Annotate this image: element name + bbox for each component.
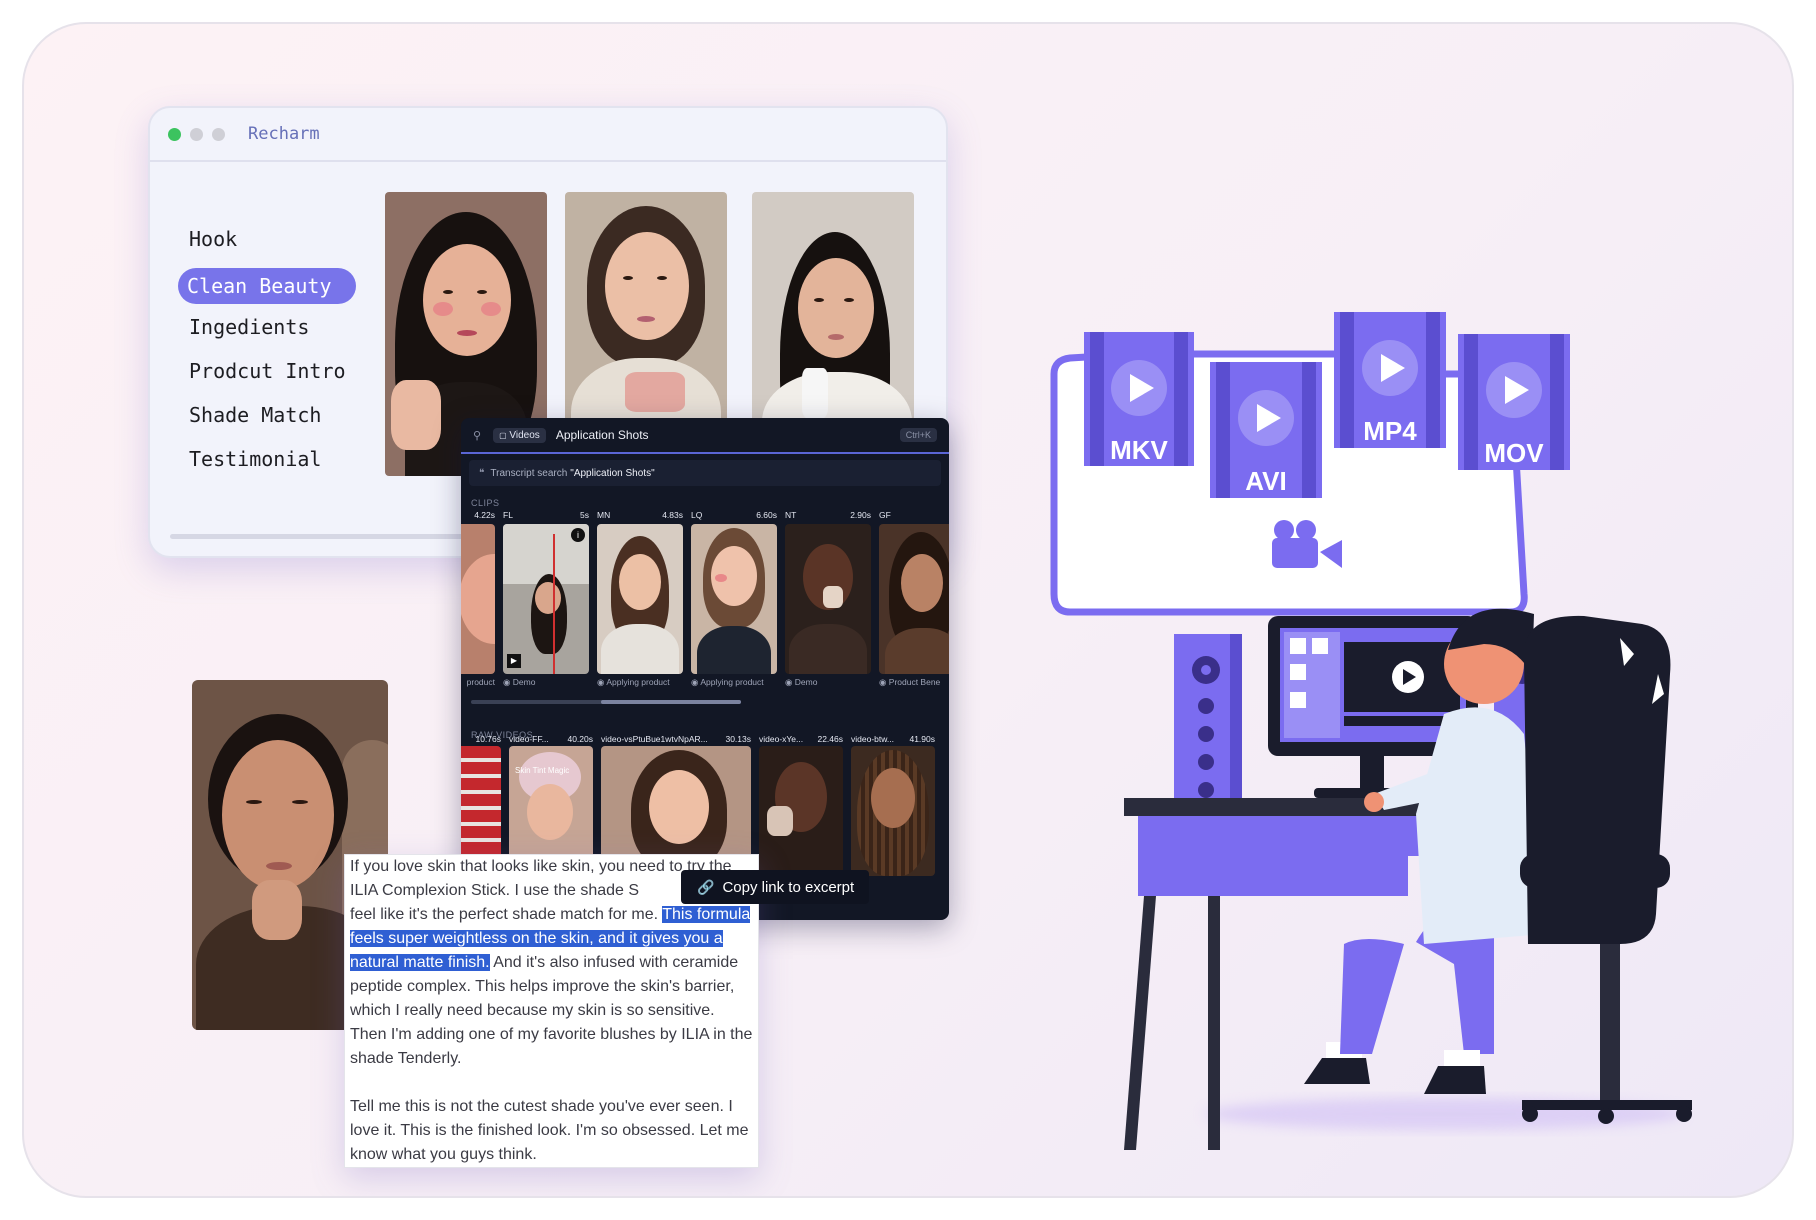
clip-card[interactable]: MN 4.83s ◉ Applying product — [597, 510, 683, 688]
quote-icon: ❝ — [479, 467, 485, 479]
raw-video-name: video-FF... — [509, 734, 549, 744]
clip-duration: 2.90s — [850, 510, 871, 520]
window-title: Recharm — [248, 124, 320, 144]
clip-code: FL — [503, 510, 513, 520]
clip-card[interactable]: LQ 6.60s ◉ Applying product — [691, 510, 777, 688]
transcript-text-before-2: feel like it's the perfect shade match f… — [350, 906, 663, 923]
videos-tab-label: Videos — [509, 429, 540, 441]
clip-tag: Product Bene — [888, 677, 941, 687]
clip-tag: Demo — [512, 677, 536, 687]
clip-code: NT — [785, 510, 797, 520]
transcript-search-bar[interactable]: ❝ Transcript search "Application Shots" — [469, 460, 941, 486]
clip-code: MN — [597, 510, 611, 520]
avi-format-icon: AVI — [1210, 362, 1322, 498]
raw-video-name: video-xYe... — [759, 734, 804, 744]
video-editing-illustration: MKV AVI MP4 MOV — [1050, 312, 1692, 1150]
clip-tag: Applying product — [700, 677, 764, 687]
clips-scrollbar[interactable] — [471, 700, 741, 704]
horizontal-scrollbar[interactable] — [170, 534, 470, 539]
window-titlebar: Recharm — [150, 108, 946, 162]
info-icon[interactable]: i — [571, 528, 585, 542]
copy-link-label: Copy link to excerpt — [722, 878, 855, 896]
clip-card[interactable]: 4.22s product — [461, 510, 495, 688]
clip-card[interactable]: NT 2.90s ◉ Demo — [785, 510, 871, 688]
page-frame: Recharm Hook Clean Beauty Ingedients Pro… — [22, 22, 1794, 1198]
transcript-search-label: Transcript search — [490, 467, 568, 479]
clip-duration: 4.83s — [662, 510, 683, 520]
raw-video-card[interactable]: video-btw... 41.90s — [851, 734, 935, 876]
clips-header: CLIPS — [471, 498, 500, 508]
clip-tag: Applying product — [606, 677, 670, 687]
window-minimize-dot[interactable] — [190, 127, 203, 141]
office-chair — [1520, 615, 1692, 1124]
transcript-search-query: "Application Shots" — [570, 467, 655, 479]
mkv-format-icon: MKV — [1084, 332, 1194, 466]
copy-link-tooltip[interactable]: 🔗 Copy link to excerpt — [681, 870, 869, 904]
raw-video-card[interactable]: video-xYe... 22.46s — [759, 734, 843, 876]
window-maximize-dot[interactable] — [212, 127, 225, 141]
query-title: Application Shots — [555, 428, 649, 442]
search-icon[interactable]: ⚲ — [473, 429, 481, 442]
transcript-paragraph-2: Tell me this is not the cutest shade you… — [350, 1098, 749, 1163]
raw-video-duration: 41.90s — [909, 734, 935, 744]
play-icon[interactable]: ▶ — [507, 654, 521, 668]
raw-video-duration: 22.46s — [817, 734, 843, 744]
clip-duration: 4.22s — [474, 510, 495, 520]
nav-item-ingredients[interactable]: Ingedients — [180, 310, 365, 354]
raw-video-duration: 40.20s — [567, 734, 593, 744]
mov-format-icon: MOV — [1458, 334, 1570, 470]
raw-video-name: video-btw... — [851, 734, 894, 744]
videos-tab[interactable]: ▢ Videos — [493, 427, 546, 443]
format-label-mov: MOV — [1484, 438, 1544, 468]
format-label-mp4: MP4 — [1363, 416, 1417, 446]
clip-duration: 5s — [580, 510, 589, 520]
transcript-text-before: If you love skin that looks like skin, y… — [350, 858, 732, 899]
category-nav: Hook Clean Beauty Ingedients Prodcut Int… — [178, 222, 365, 486]
clip-tag: Demo — [794, 677, 818, 687]
clip-tag: product — [466, 677, 495, 687]
panel-topbar: ⚲ ▢ Videos Application Shots Ctrl+K — [461, 418, 949, 454]
format-label-avi: AVI — [1245, 466, 1286, 496]
nav-item-shade-match[interactable]: Shade Match — [180, 398, 365, 442]
format-label-mkv: MKV — [1110, 435, 1168, 465]
clip-card[interactable]: GF ◉ Product Bene — [879, 510, 949, 688]
raw-video-duration: 30.13s — [725, 734, 751, 744]
clip-code: GF — [879, 510, 891, 520]
raw-overlay-text: Skin Tint Magic — [515, 766, 570, 775]
clip-code: LQ — [691, 510, 703, 520]
nav-item-clean-beauty[interactable]: Clean Beauty — [178, 268, 356, 304]
link-icon: 🔗 — [697, 878, 715, 895]
clips-row: 4.22s product FL5s ▶ i ◉ Demo MN4.83s — [461, 510, 949, 688]
nav-item-product-intro[interactable]: Prodcut Intro — [180, 354, 365, 398]
shortcut-badge: Ctrl+K — [899, 428, 937, 442]
clip-card[interactable]: FL 5s ▶ i ◉ Demo — [503, 510, 589, 688]
video-icon: ▢ — [499, 430, 507, 440]
raw-video-name: video-vsPtuBue1wtvNpAR... — [601, 734, 708, 744]
mp4-format-icon: MP4 — [1334, 312, 1446, 448]
videos-search-panel: ⚲ ▢ Videos Application Shots Ctrl+K ❝ Tr… — [461, 418, 949, 920]
window-close-dot[interactable] — [168, 127, 181, 141]
clip-duration: 6.60s — [756, 510, 777, 520]
raw-video-duration: 10.76s — [475, 734, 501, 744]
speaker-left — [1174, 634, 1242, 824]
nav-item-testimonial[interactable]: Testimonial — [180, 442, 365, 486]
nav-item-hook[interactable]: Hook — [180, 222, 365, 266]
